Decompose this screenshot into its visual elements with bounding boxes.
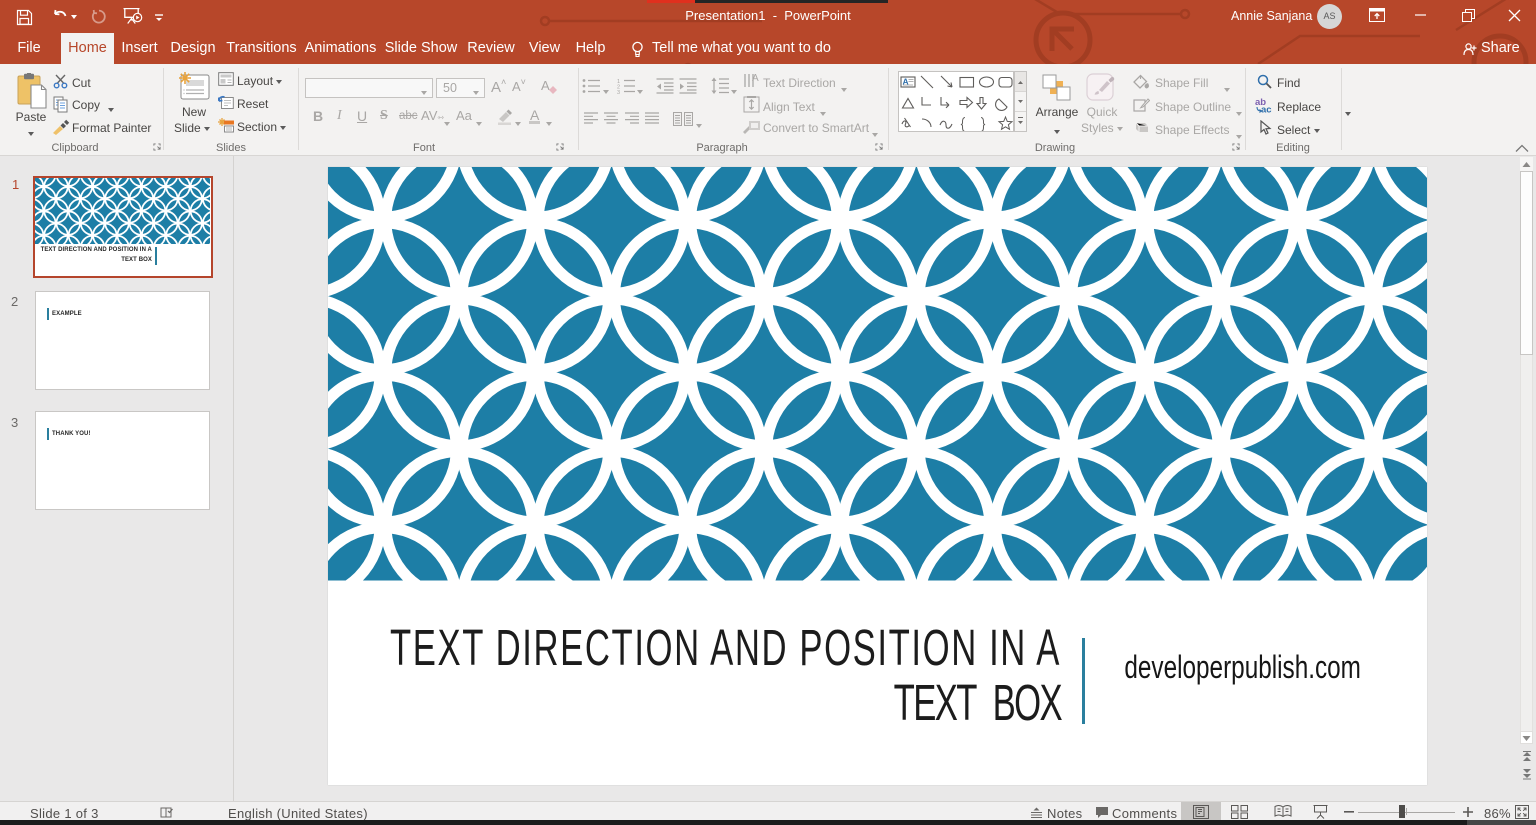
svg-text:ac: ac xyxy=(1261,105,1272,114)
svg-text:A: A xyxy=(541,78,550,93)
svg-text:3: 3 xyxy=(617,90,620,94)
svg-text:A: A xyxy=(752,73,759,84)
